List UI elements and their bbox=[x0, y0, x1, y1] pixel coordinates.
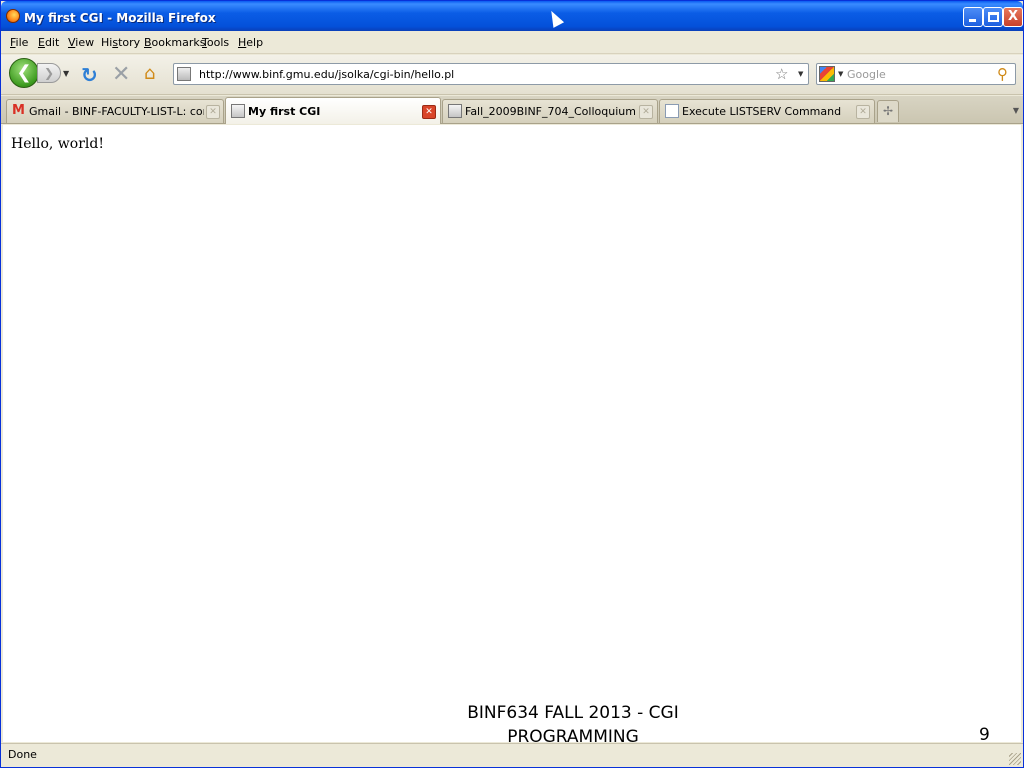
close-window-button[interactable]: X bbox=[1003, 7, 1023, 27]
reload-icon[interactable]: ↻ bbox=[81, 63, 98, 87]
history-dropdown-icon[interactable]: ▼ bbox=[63, 69, 69, 78]
menu-history[interactable]: History bbox=[101, 36, 140, 49]
browser-window: My first CGI - Mozilla Firefox X File Ed… bbox=[0, 0, 1024, 768]
tab-label: Execute LISTSERV Command bbox=[682, 105, 842, 118]
tab-list-dropdown-icon[interactable]: ▼ bbox=[1009, 100, 1023, 122]
menu-bar: File Edit View History Bookmarks Tools H… bbox=[1, 32, 1023, 54]
maximize-button[interactable] bbox=[983, 7, 1003, 27]
tab-gmail[interactable]: M Gmail - BINF-FACULTY-LIST-L: confirma.… bbox=[6, 99, 224, 123]
close-tab-icon[interactable]: ✕ bbox=[422, 105, 436, 119]
forward-button[interactable]: ❯ bbox=[37, 63, 61, 83]
url-text[interactable]: http://www.binf.gmu.edu/jsolka/cgi-bin/h… bbox=[199, 68, 454, 81]
firefox-icon bbox=[6, 9, 20, 23]
search-input[interactable]: Google bbox=[847, 68, 886, 81]
menu-help[interactable]: Help bbox=[238, 36, 263, 49]
slide-footer-line1: BINF634 FALL 2013 - CGI bbox=[467, 703, 679, 723]
resize-grip-icon[interactable] bbox=[1009, 753, 1021, 765]
window-title: My first CGI - Mozilla Firefox bbox=[24, 11, 216, 25]
status-text: Done bbox=[8, 748, 37, 761]
google-engine-icon[interactable] bbox=[819, 66, 835, 82]
close-tab-icon[interactable]: ✕ bbox=[206, 105, 220, 119]
menu-edit[interactable]: Edit bbox=[38, 36, 59, 49]
status-bar: Done bbox=[1, 743, 1023, 767]
menu-view[interactable]: View bbox=[68, 36, 94, 49]
tab-colloquium[interactable]: Fall_2009BINF_704_Colloquium ✕ bbox=[442, 99, 658, 123]
page-content: Hello, world! BINF634 FALL 2013 - CGI PR… bbox=[3, 125, 1021, 747]
hello-world-text: Hello, world! bbox=[11, 136, 104, 152]
tab-label: Gmail - BINF-FACULTY-LIST-L: confirma... bbox=[29, 105, 204, 118]
maximize-icon bbox=[988, 12, 999, 22]
close-tab-icon[interactable]: ✕ bbox=[856, 105, 870, 119]
back-button[interactable]: ❮ bbox=[9, 58, 39, 88]
tab-label: Fall_2009BINF_704_Colloquium bbox=[465, 105, 635, 118]
document-icon bbox=[665, 104, 679, 118]
search-icon[interactable]: ⚲ bbox=[997, 65, 1008, 83]
slide-number: 9 bbox=[979, 725, 990, 745]
tab-label: My first CGI bbox=[248, 105, 321, 118]
stop-icon[interactable]: ✕ bbox=[112, 62, 130, 87]
bookmark-star-icon[interactable]: ☆ bbox=[775, 65, 788, 83]
menu-bookmarks[interactable]: Bookmarks bbox=[144, 36, 205, 49]
tab-strip: M Gmail - BINF-FACULTY-LIST-L: confirma.… bbox=[1, 96, 1023, 124]
navigation-toolbar: ❮ ❯ ▼ ↻ ✕ ⌂ http://www.binf.gmu.edu/jsol… bbox=[1, 55, 1023, 95]
tab-listserv[interactable]: Execute LISTSERV Command ✕ bbox=[659, 99, 875, 123]
title-bar[interactable]: My first CGI - Mozilla Firefox X bbox=[1, 1, 1023, 31]
url-dropdown-icon[interactable]: ▼ bbox=[798, 70, 803, 78]
new-tab-button[interactable]: ✢ bbox=[877, 100, 899, 122]
minimize-icon bbox=[969, 19, 976, 22]
gmail-icon: M bbox=[12, 103, 25, 118]
page-icon bbox=[448, 104, 462, 118]
home-icon[interactable]: ⌂ bbox=[144, 63, 155, 84]
plus-icon: ✢ bbox=[882, 104, 894, 118]
menu-tools[interactable]: Tools bbox=[202, 36, 229, 49]
search-engine-dropdown-icon[interactable]: ▼ bbox=[838, 70, 843, 78]
menu-file[interactable]: File bbox=[10, 36, 28, 49]
page-icon bbox=[231, 104, 245, 118]
minimize-button[interactable] bbox=[963, 7, 983, 27]
tab-my-first-cgi[interactable]: My first CGI ✕ bbox=[225, 97, 441, 124]
close-tab-icon[interactable]: ✕ bbox=[639, 105, 653, 119]
slide-footer: BINF634 FALL 2013 - CGI PROGRAMMING bbox=[443, 701, 703, 749]
site-identity-icon[interactable] bbox=[177, 67, 191, 81]
search-bar[interactable]: ▼ Google ⚲ bbox=[816, 63, 1016, 85]
address-bar[interactable]: http://www.binf.gmu.edu/jsolka/cgi-bin/h… bbox=[173, 63, 809, 85]
